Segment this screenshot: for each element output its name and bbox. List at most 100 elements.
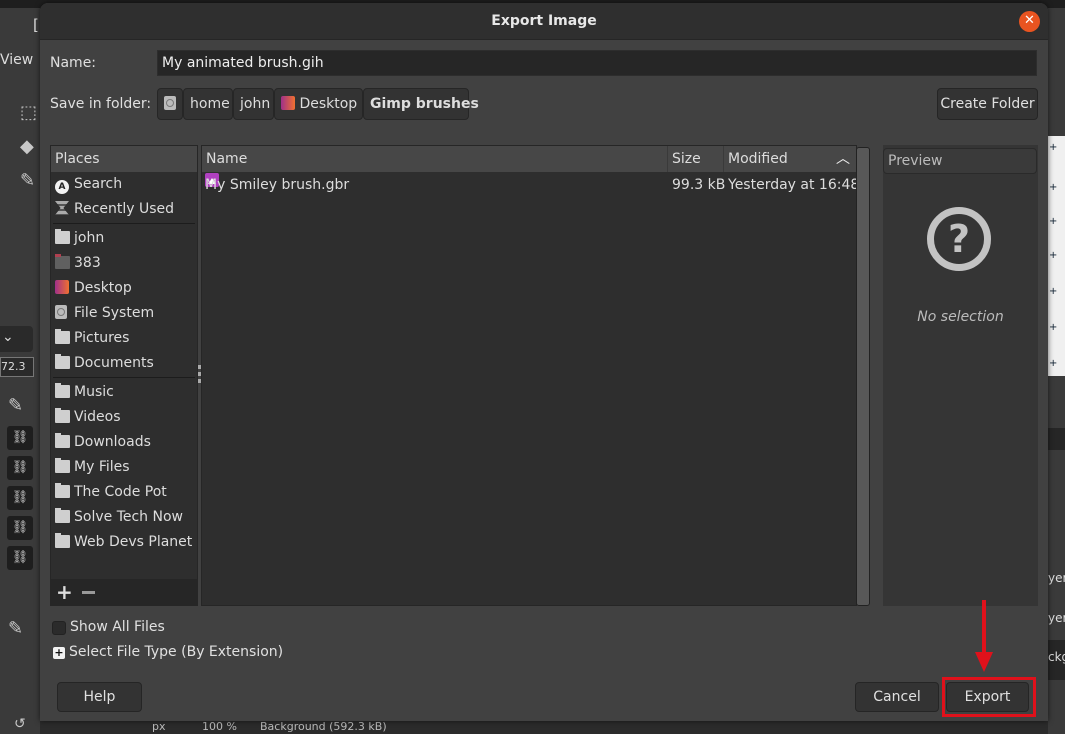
gimp-status-bar: px 100 % Background (592.3 kB) — [140, 720, 470, 734]
preview-pane: Preview ? No selection — [883, 145, 1038, 606]
breadcrumb-desktop[interactable]: Desktop — [274, 88, 363, 120]
places-toolbar: + — [51, 579, 197, 605]
place-solve-tech-now[interactable]: Solve Tech Now — [51, 505, 197, 530]
folder-icon — [55, 354, 70, 369]
help-button[interactable]: Help — [57, 682, 142, 712]
chain-icon[interactable]: ⛓ — [7, 546, 33, 570]
recent-icon — [55, 201, 69, 215]
column-name[interactable]: Name — [202, 146, 668, 172]
chain-icon[interactable]: ⛓ — [7, 426, 33, 450]
place-label: Search — [74, 176, 123, 192]
dock-tab[interactable] — [1048, 428, 1065, 450]
place-label: Pictures — [74, 330, 130, 346]
reset-icon[interactable]: ↺ — [14, 716, 26, 732]
file-row[interactable]: My Smiley brush.gbr 99.3 kB Yesterday at… — [202, 173, 860, 198]
file-list-header: Name Size Modified ︿ — [202, 146, 856, 172]
cancel-button[interactable]: Cancel — [855, 682, 939, 712]
edit-icon[interactable]: ✎ — [8, 395, 23, 416]
place-label: Desktop — [74, 280, 132, 296]
question-icon: ? — [927, 207, 991, 271]
show-all-files-checkbox[interactable] — [52, 621, 66, 635]
place-john[interactable]: john — [51, 226, 197, 251]
place-label: 383 — [74, 255, 101, 271]
place-file-system[interactable]: File System — [51, 301, 197, 326]
folder-icon — [55, 483, 70, 498]
folder-icon — [55, 254, 70, 269]
close-button[interactable]: ✕ — [1019, 11, 1040, 32]
place-label: Recently Used — [74, 201, 175, 217]
size-spinbox[interactable]: 72.3 — [0, 357, 34, 377]
disk-icon — [55, 305, 67, 319]
folder-icon — [55, 383, 70, 398]
eraser-tool-icon[interactable]: ◆ — [20, 136, 34, 157]
gimp-toolbox-panel: [ View ⬚ ◆ ✎ ⌄ 72.3 ✎ ⛓ ⛓ ⛓ ⛓ ⛓ ✎ ↺ — [0, 8, 40, 734]
place-label: The Code Pot — [74, 484, 167, 500]
place-downloads[interactable]: Downloads — [51, 430, 197, 455]
breadcrumb-filesystem[interactable] — [157, 88, 183, 120]
mode-dropdown[interactable]: ⌄ — [0, 326, 33, 352]
folder-icon — [55, 433, 70, 448]
annotation-arrow — [982, 600, 986, 658]
place-label: Documents — [74, 355, 154, 371]
place-label: Videos — [74, 409, 121, 425]
desktop-icon — [281, 96, 295, 110]
filename-input[interactable] — [157, 50, 1037, 76]
places-sidebar: Places A Search Recently Used john 383 De… — [50, 145, 198, 606]
breadcrumb-home[interactable]: home — [183, 88, 233, 120]
gimp-dock-panel: +++++++ yer yer ckg — [1048, 8, 1065, 734]
units-label[interactable]: px — [152, 720, 166, 733]
disk-icon — [164, 96, 176, 110]
select-file-type-expander[interactable]: Select File Type (By Extension) — [69, 644, 283, 660]
show-all-files-label[interactable]: Show All Files — [70, 619, 165, 635]
layer-info: Background (592.3 kB) — [260, 720, 387, 733]
layer-label: ckg — [1048, 650, 1065, 664]
sort-ascending-icon: ︿ — [836, 151, 850, 167]
add-bookmark-button[interactable]: + — [56, 580, 73, 604]
edit-icon[interactable]: ✎ — [8, 618, 23, 639]
place-documents[interactable]: Documents — [51, 351, 197, 376]
place-my-files[interactable]: My Files — [51, 455, 197, 480]
layer-label: yer — [1048, 571, 1065, 585]
places-header: Places — [51, 146, 197, 172]
column-modified[interactable]: Modified ︿ — [724, 146, 856, 172]
folder-icon — [55, 508, 70, 523]
place-label: File System — [74, 305, 155, 321]
place-music[interactable]: Music — [51, 380, 197, 405]
menu-view[interactable]: View — [0, 52, 33, 68]
breadcrumb-john[interactable]: john — [233, 88, 274, 120]
folder-icon — [55, 533, 70, 548]
place-label: My Files — [74, 459, 130, 475]
search-icon: A — [55, 180, 69, 194]
chain-icon[interactable]: ⛓ — [7, 516, 33, 540]
folder-icon — [55, 408, 70, 423]
chain-icon[interactable]: ⛓ — [7, 456, 33, 480]
file-name: My Smiley brush.gbr — [205, 177, 350, 193]
place-desktop[interactable]: Desktop — [51, 276, 197, 301]
place-search[interactable]: A Search — [51, 172, 197, 197]
place-the-code-pot[interactable]: The Code Pot — [51, 480, 197, 505]
chain-icon[interactable]: ⛓ — [7, 486, 33, 510]
breadcrumb-gimp-brushes[interactable]: Gimp brushes — [363, 88, 479, 120]
crop-tool-icon[interactable]: ⬚ — [20, 102, 37, 123]
place-videos[interactable]: Videos — [51, 405, 197, 430]
zoom-label[interactable]: 100 % — [202, 720, 237, 733]
no-selection-text: No selection — [917, 309, 1004, 325]
export-image-dialog: Export Image ✕ Name: Save in folder: hom… — [40, 3, 1048, 721]
file-modified: Yesterday at 16:48 — [728, 177, 860, 193]
place-383[interactable]: 383 — [51, 251, 197, 276]
dialog-title: Export Image — [491, 13, 597, 29]
expander-icon[interactable]: + — [53, 647, 65, 659]
dialog-titlebar[interactable]: Export Image ✕ — [40, 3, 1048, 40]
remove-bookmark-button[interactable] — [82, 591, 95, 594]
place-pictures[interactable]: Pictures — [51, 326, 197, 351]
column-size[interactable]: Size — [668, 146, 724, 172]
create-folder-button[interactable]: Create Folder — [937, 88, 1038, 120]
color-picker-tool-icon[interactable]: ✎ — [20, 170, 35, 191]
file-list-scrollbar[interactable] — [856, 147, 870, 606]
places-divider — [53, 222, 195, 224]
gimp-title-fragment: [ — [33, 16, 39, 34]
name-label: Name: — [50, 55, 97, 71]
place-web-devs-planet[interactable]: Web Devs Planet — [51, 530, 197, 555]
place-recently-used[interactable]: Recently Used — [51, 197, 197, 222]
place-label: Music — [74, 384, 114, 400]
